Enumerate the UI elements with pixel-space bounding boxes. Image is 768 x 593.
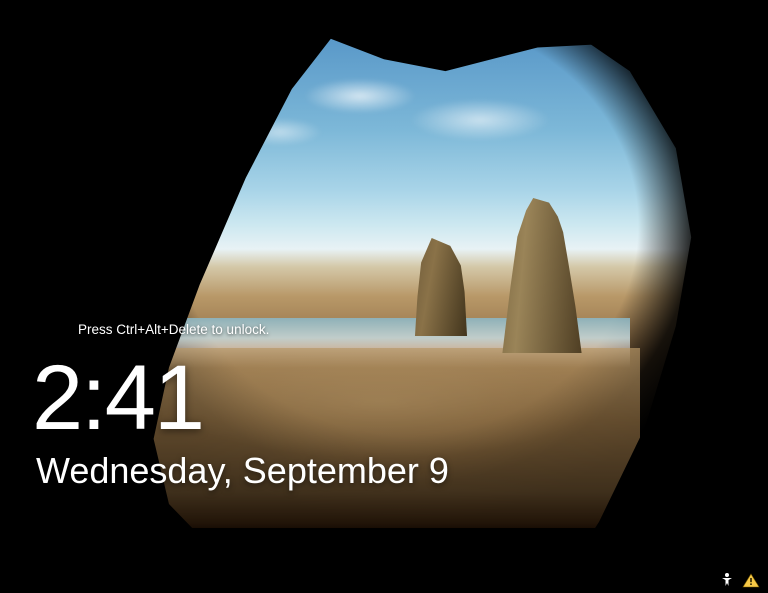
clock-time: 2:41 <box>32 352 203 444</box>
system-tray <box>718 571 760 589</box>
ease-of-access-icon[interactable] <box>718 571 736 589</box>
wallpaper-rock <box>410 238 472 336</box>
network-warning-icon[interactable] <box>742 571 760 589</box>
clock-date: Wednesday, September 9 <box>36 450 449 492</box>
wallpaper-rock <box>498 198 586 353</box>
unlock-instruction: Press Ctrl+Alt+Delete to unlock. <box>78 322 269 337</box>
lock-screen-wallpaper <box>0 0 768 593</box>
wallpaper-cave-frame <box>0 523 768 593</box>
